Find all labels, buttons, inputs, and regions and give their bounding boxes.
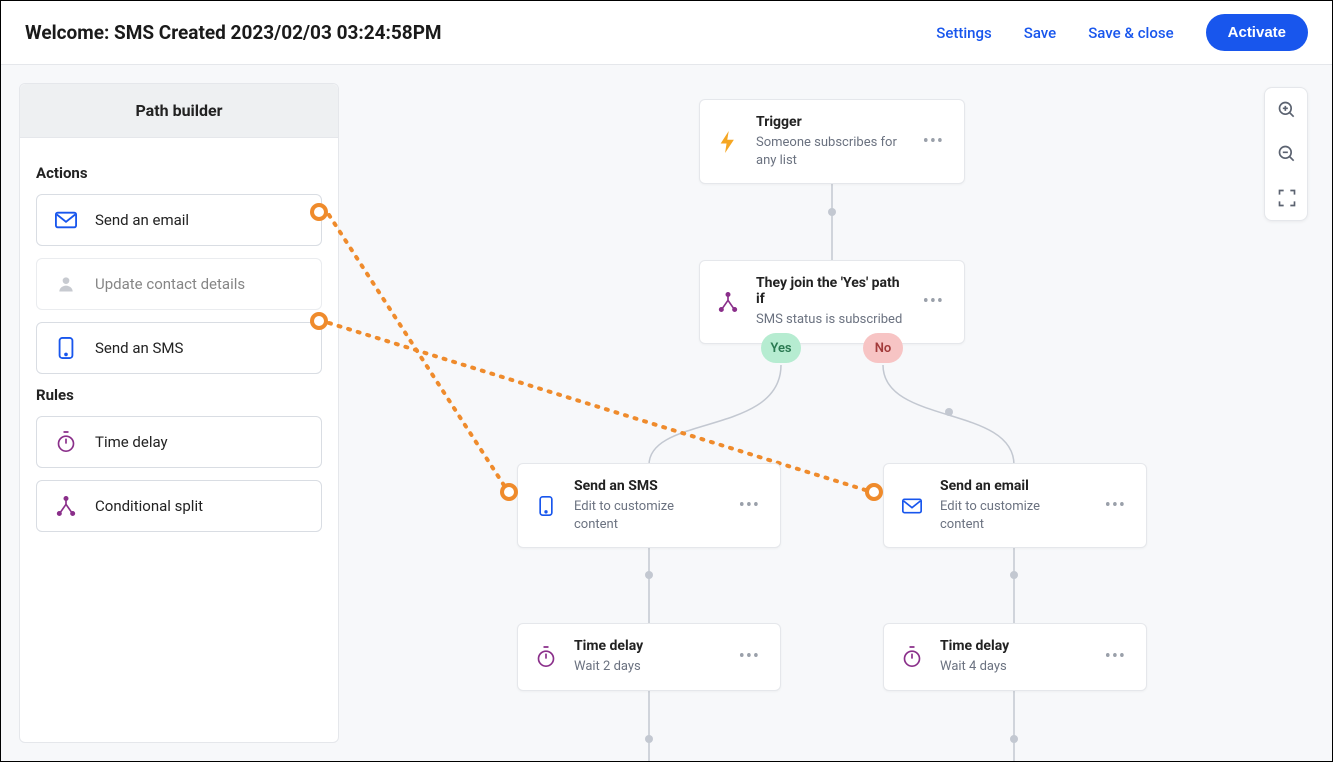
palette-item-label: Send an SMS <box>95 339 183 357</box>
split-icon <box>55 495 77 517</box>
phone-icon <box>55 337 77 359</box>
connector-dot[interactable] <box>1010 571 1018 579</box>
connector-dot[interactable] <box>1010 735 1018 743</box>
connector-dot[interactable] <box>945 408 953 416</box>
topbar: Welcome: SMS Created 2023/02/03 03:24:58… <box>1 1 1332 65</box>
zoom-in-button[interactable] <box>1265 88 1309 132</box>
palette-time-delay[interactable]: Time delay <box>36 416 322 468</box>
card-subtitle: Someone subscribes for any list <box>756 134 903 169</box>
card-title: Send an email <box>940 478 1085 494</box>
zoom-controls <box>1264 87 1308 221</box>
annotation-circle <box>500 483 518 501</box>
card-subtitle: SMS status is subscribed <box>756 311 903 329</box>
settings-link[interactable]: Settings <box>936 24 992 42</box>
zoom-fit-button[interactable] <box>1265 176 1309 220</box>
zoom-out-button[interactable] <box>1265 132 1309 176</box>
split-icon <box>716 292 740 312</box>
more-icon[interactable]: ••• <box>735 495 764 516</box>
card-title: Time delay <box>574 638 719 654</box>
send-email-card[interactable]: Send an email Edit to customize content … <box>883 463 1147 548</box>
yes-badge: Yes <box>761 333 801 363</box>
send-sms-card[interactable]: Send an SMS Edit to customize content ••… <box>517 463 781 548</box>
delay-left-card[interactable]: Time delay Wait 2 days ••• <box>517 623 781 691</box>
activate-button[interactable]: Activate <box>1206 14 1308 51</box>
sidebar-title: Path builder <box>20 84 338 138</box>
more-icon[interactable]: ••• <box>919 291 948 312</box>
palette-update-contact: Update contact details <box>36 258 322 310</box>
annotation-circle <box>865 483 883 501</box>
palette-item-label: Update contact details <box>95 275 245 293</box>
person-icon <box>55 273 77 295</box>
more-icon[interactable]: ••• <box>1101 495 1130 516</box>
sidebar-panel: Path builder Actions Send an email Updat… <box>19 83 339 743</box>
card-title: They join the 'Yes' path if <box>756 275 903 307</box>
card-title: Time delay <box>940 638 1085 654</box>
palette-conditional-split[interactable]: Conditional split <box>36 480 322 532</box>
topbar-actions: Settings Save Save & close Activate <box>936 14 1308 51</box>
stopwatch-icon <box>900 646 924 668</box>
palette-item-label: Send an email <box>95 211 189 229</box>
card-title: Trigger <box>756 114 903 130</box>
annotation-circle <box>310 203 328 221</box>
connector-dot[interactable] <box>645 735 653 743</box>
card-title: Send an SMS <box>574 478 719 494</box>
more-icon[interactable]: ••• <box>1101 646 1130 667</box>
page-title: Welcome: SMS Created 2023/02/03 03:24:58… <box>25 21 442 44</box>
actions-section-label: Actions <box>36 164 322 182</box>
palette-item-label: Time delay <box>95 433 168 451</box>
save-link[interactable]: Save <box>1024 24 1056 42</box>
condition-card[interactable]: They join the 'Yes' path if SMS status i… <box>699 260 965 344</box>
rules-section-label: Rules <box>36 386 322 404</box>
more-icon[interactable]: ••• <box>735 646 764 667</box>
delay-right-card[interactable]: Time delay Wait 4 days ••• <box>883 623 1147 691</box>
card-subtitle: Wait 4 days <box>940 658 1085 676</box>
phone-icon <box>534 496 558 516</box>
card-subtitle: Wait 2 days <box>574 658 719 676</box>
email-icon <box>900 498 924 514</box>
connector-dot[interactable] <box>828 208 836 216</box>
bolt-icon <box>716 131 740 153</box>
stopwatch-icon <box>534 646 558 668</box>
no-badge: No <box>863 333 903 363</box>
more-icon[interactable]: ••• <box>919 131 948 152</box>
annotation-circle <box>310 312 328 330</box>
palette-send-email[interactable]: Send an email <box>36 194 322 246</box>
save-close-link[interactable]: Save & close <box>1088 24 1173 42</box>
connector-dot[interactable] <box>645 571 653 579</box>
palette-item-label: Conditional split <box>95 497 203 515</box>
trigger-card[interactable]: Trigger Someone subscribes for any list … <box>699 99 965 184</box>
stopwatch-icon <box>55 431 77 453</box>
palette-send-sms[interactable]: Send an SMS <box>36 322 322 374</box>
card-subtitle: Edit to customize content <box>940 498 1085 533</box>
card-subtitle: Edit to customize content <box>574 498 719 533</box>
email-icon <box>55 209 77 231</box>
canvas-area: Path builder Actions Send an email Updat… <box>1 65 1332 761</box>
